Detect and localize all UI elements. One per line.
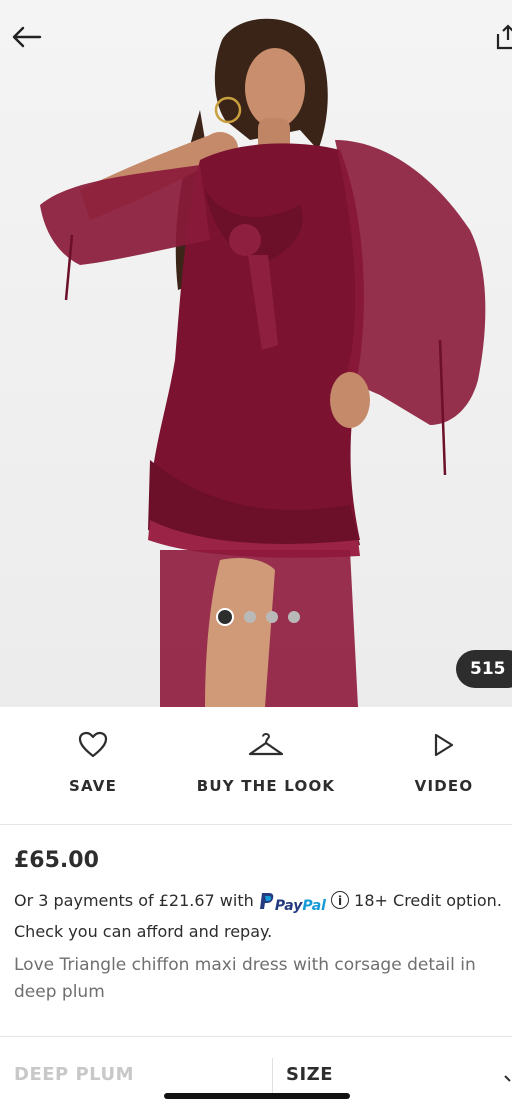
home-indicator[interactable] [164, 1093, 350, 1099]
product-image-gallery[interactable]: 515 [0, 0, 512, 707]
save-button[interactable]: SAVE [62, 731, 124, 795]
arrow-left-icon [12, 26, 42, 48]
paypal-logo[interactable]: PayPal [259, 892, 326, 919]
buy-the-look-button[interactable]: BUY THE LOOK [196, 731, 336, 795]
heart-icon [78, 731, 108, 758]
carousel-dot-active[interactable] [216, 608, 234, 626]
image-count-badge[interactable]: 515 [456, 650, 512, 688]
video-button[interactable]: VIDEO [408, 731, 480, 795]
product-price: £65.00 [14, 848, 99, 873]
carousel-indicator [216, 608, 300, 626]
colour-label: DEEP PLUM [14, 1064, 135, 1085]
save-label: SAVE [68, 777, 118, 795]
chevron-down-icon[interactable] [504, 1070, 512, 1082]
buy-the-look-label: BUY THE LOOK [196, 777, 336, 795]
paypal-icon [259, 893, 274, 909]
installments-prefix: Or 3 payments of £21.67 with [14, 891, 254, 910]
divider [0, 824, 512, 825]
hanger-icon [248, 732, 284, 756]
back-button[interactable] [10, 20, 44, 54]
installments-info: Or 3 payments of £21.67 with PayPal i 18… [14, 888, 512, 944]
video-label: VIDEO [414, 777, 474, 795]
carousel-dot[interactable] [244, 611, 256, 623]
size-dropdown[interactable]: SIZE [286, 1064, 333, 1085]
play-icon [434, 733, 454, 757]
action-row: SAVE BUY THE LOOK VIDEO [0, 707, 512, 824]
selector-divider [272, 1058, 273, 1098]
carousel-dot[interactable] [288, 611, 300, 623]
info-icon[interactable]: i [331, 891, 350, 909]
divider [0, 1036, 512, 1037]
paypal-pay-text: Pay [274, 898, 303, 914]
product-photo[interactable] [0, 0, 512, 707]
carousel-dot[interactable] [266, 611, 278, 623]
share-button[interactable] [494, 20, 512, 54]
paypal-pal-text: Pal [302, 898, 326, 914]
product-description: Love Triangle chiffon maxi dress with co… [14, 955, 476, 1002]
share-icon [496, 24, 512, 50]
